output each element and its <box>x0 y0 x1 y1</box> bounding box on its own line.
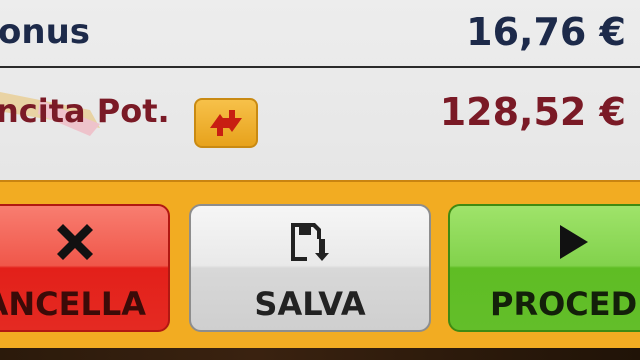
winnings-value: 128,52 € <box>439 90 626 134</box>
x-icon-wrap <box>0 212 168 272</box>
swap-button[interactable] <box>194 98 258 148</box>
save-icon <box>291 223 329 261</box>
proceed-label: PROCED <box>490 285 638 323</box>
bonus-row: onus 16,76 € <box>0 0 640 66</box>
save-icon-wrap <box>191 212 429 272</box>
bonus-label: onus <box>0 12 91 52</box>
play-icon <box>560 225 588 259</box>
bonus-value: 16,76 € <box>466 10 626 54</box>
x-icon <box>57 224 93 260</box>
action-bar: ANCELLA SALVA PROCED <box>0 180 640 348</box>
swap-arrows-icon <box>210 110 242 136</box>
proceed-button[interactable]: PROCED <box>448 204 640 332</box>
save-button[interactable]: SALVA <box>189 204 431 332</box>
cancel-button[interactable]: ANCELLA <box>0 204 170 332</box>
save-label: SALVA <box>254 285 366 323</box>
summary-panel: onus 16,76 € ncita Pot. 128,52 € <box>0 0 640 180</box>
bottom-strip <box>0 348 640 360</box>
winnings-row: ncita Pot. 128,52 € <box>0 68 640 180</box>
play-icon-wrap <box>450 212 640 272</box>
winnings-label: ncita Pot. <box>0 92 170 130</box>
cancel-label: ANCELLA <box>0 285 146 323</box>
